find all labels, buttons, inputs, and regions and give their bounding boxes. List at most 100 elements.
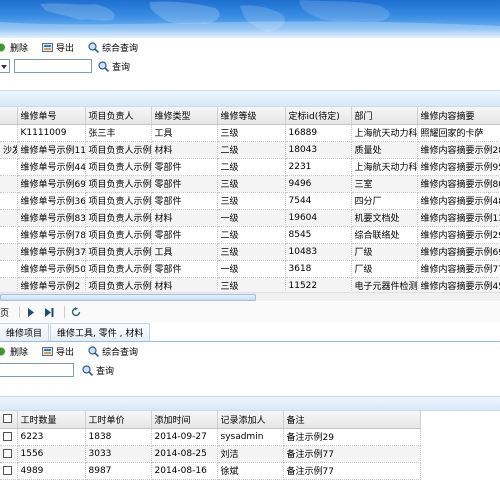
search-button[interactable]: 查询 [82, 364, 114, 377]
table-cell: 厂级 [351, 243, 418, 261]
table-row[interactable]: 沙发维修单号示例11项目负责人示例T3材料二级18043质量处维修内容摘要示例2… [0, 141, 500, 159]
table-row[interactable]: K1111009张三丰工具三级16889上海航天动力科技照耀回家的卡萨 [0, 124, 500, 142]
table-cell: 项目负责人示例T3 [85, 141, 152, 159]
row-checkbox[interactable] [3, 431, 12, 441]
header-banner [0, 0, 500, 38]
column-header[interactable]: 维修类型 [151, 107, 218, 125]
table-cell: 备注示例77 [283, 462, 421, 480]
grid-horizontal-scrollbar[interactable] [0, 292, 500, 301]
table-cell [0, 243, 18, 261]
table-row[interactable]: 维修单号示例37项目负责人示例26工具三级10483厂级维修内容摘要示例69 [0, 243, 500, 261]
tab-tools-parts-materials[interactable]: 维修工具, 零件 , 材料 [50, 323, 151, 341]
row-checkbox[interactable] [3, 448, 12, 458]
table-cell: 综合联络处 [351, 226, 418, 244]
table-row[interactable]: 维修单号示例78项目负责人示例69零部件二级8545综合联络处维修内容摘要示例2… [0, 226, 500, 244]
table-cell: 零部件 [151, 192, 218, 210]
table-cell: 维修内容摘要示例29 [417, 226, 500, 244]
grid-header-cell [0, 107, 18, 125]
table-cell: 4989 [17, 462, 86, 480]
table-cell: 2231 [285, 158, 352, 176]
next-page-icon [28, 307, 35, 317]
grid-title-bar [0, 90, 500, 107]
table-row[interactable]: 维修单号示例36项目负责人示例81零部件三级7544四分厂维修内容摘要示例48 [0, 192, 500, 210]
row-select-cell[interactable] [0, 428, 18, 446]
table-cell: 维修单号示例69 [17, 175, 86, 193]
table-cell: 维修内容摘要示例48 [417, 192, 500, 210]
column-header[interactable]: 工时单价 [85, 411, 152, 429]
tab-label: 维修项目 [6, 329, 43, 339]
column-header[interactable]: 备注 [283, 411, 421, 429]
delete-button[interactable]: 删除 [0, 345, 28, 358]
table-cell: 上海航天动力科技 [351, 158, 418, 176]
next-page-button[interactable] [24, 305, 38, 319]
column-header[interactable]: 维修等级 [217, 107, 286, 125]
table-row[interactable]: 4989 8987 2014-08-16 徐斌 备注示例77 [0, 462, 421, 480]
export-button[interactable]: 导出 [42, 345, 74, 358]
column-header[interactable]: 工时数量 [17, 411, 86, 429]
refresh-button[interactable] [69, 305, 83, 319]
table-cell: 维修单号示例11 [17, 141, 86, 159]
table-cell: 8545 [285, 226, 352, 244]
delete-button[interactable]: 删除 [0, 41, 28, 54]
search-input[interactable] [14, 59, 92, 73]
column-header[interactable]: 维修单号 [17, 107, 86, 125]
advanced-query-button[interactable]: 综合查询 [88, 41, 138, 54]
page-label: 页 [0, 308, 10, 319]
table-row[interactable]: 维修单号示例69项目负责人示例29零部件三级9496三室维修内容摘要示例80 [0, 175, 500, 193]
table-row[interactable]: 维修单号示例50项目负责人示例T2零部件一级3618厂级维修内容摘要示例77 [0, 260, 500, 278]
table-row[interactable]: 6223 1838 2014-09-27 sysadmin 备注示例29 [0, 428, 421, 446]
search-button[interactable]: 查询 [98, 60, 130, 73]
search-input[interactable] [0, 363, 74, 377]
column-header[interactable]: 维修内容摘要 [417, 107, 500, 125]
table-row[interactable]: 维修单号示例83项目负责人示例35材料一级19604机要文档处维修内容摘要示例1… [0, 209, 500, 227]
field-select-dropdown[interactable] [0, 59, 10, 73]
scrollbar-thumb[interactable] [0, 294, 256, 301]
table-cell [0, 226, 18, 244]
column-header[interactable]: 定标id(待定) [285, 107, 352, 125]
table-cell: 机要文档处 [351, 209, 418, 227]
column-header[interactable]: 添加时间 [151, 411, 218, 429]
table-cell: 材料 [151, 141, 218, 159]
advanced-query-button[interactable]: 综合查询 [88, 345, 138, 358]
delete-label: 删除 [10, 43, 29, 54]
table-row[interactable]: 维修单号示例44项目负责人示例47零部件二级2231上海航天动力科技维修内容摘要… [0, 158, 500, 176]
table-cell: 维修内容摘要示例69 [417, 243, 500, 261]
table-cell: 三级 [217, 192, 286, 210]
pager-separator [64, 306, 66, 318]
table-cell: 一级 [217, 260, 286, 278]
table-cell: 3618 [285, 260, 352, 278]
row-select-cell[interactable] [0, 462, 18, 480]
last-page-button[interactable] [42, 305, 56, 319]
table-row[interactable]: 1556 3033 2014-08-25 刘洁 备注示例77 [0, 445, 421, 463]
advanced-query-label: 综合查询 [102, 347, 139, 358]
maintenance-grid: 维修单号 项目负责人 维修类型 维修等级 定标id(待定) 部门 维修内容摘要 … [0, 107, 500, 295]
table-cell: 维修单号示例50 [17, 260, 86, 278]
last-page-icon [44, 307, 54, 317]
delete-icon [0, 42, 7, 53]
search-row-top: 查询 [0, 57, 130, 75]
table-cell: 6223 [17, 428, 86, 446]
table-cell: sysadmin [217, 428, 284, 446]
export-label: 导出 [56, 43, 75, 54]
table-cell: 1838 [85, 428, 152, 446]
table-cell [0, 209, 18, 227]
table-cell: 三级 [217, 175, 286, 193]
table-cell: 厂级 [351, 260, 418, 278]
row-select-cell[interactable] [0, 445, 18, 463]
column-header[interactable]: 记录添加人 [217, 411, 284, 429]
row-checkbox[interactable] [3, 465, 12, 475]
column-header[interactable]: 部门 [351, 107, 418, 125]
table-cell: 张三丰 [85, 124, 152, 142]
table-cell: 项目负责人示例29 [85, 175, 152, 193]
tab-maintenance-items[interactable]: 维修项目 [0, 323, 50, 341]
column-header[interactable]: 项目负责人 [85, 107, 152, 125]
select-all-checkbox[interactable] [3, 414, 12, 424]
export-button[interactable]: 导出 [42, 41, 74, 54]
table-cell: 18043 [285, 141, 352, 159]
table-cell: 维修单号示例83 [17, 209, 86, 227]
labor-grid: 工时数量 工时单价 添加时间 记录添加人 备注 6223 1838 2014-09-… [0, 411, 421, 480]
magnifier-icon [88, 41, 100, 53]
table-cell: 零部件 [151, 260, 218, 278]
select-all-cell[interactable] [0, 411, 18, 429]
table-cell: 8987 [85, 462, 152, 480]
